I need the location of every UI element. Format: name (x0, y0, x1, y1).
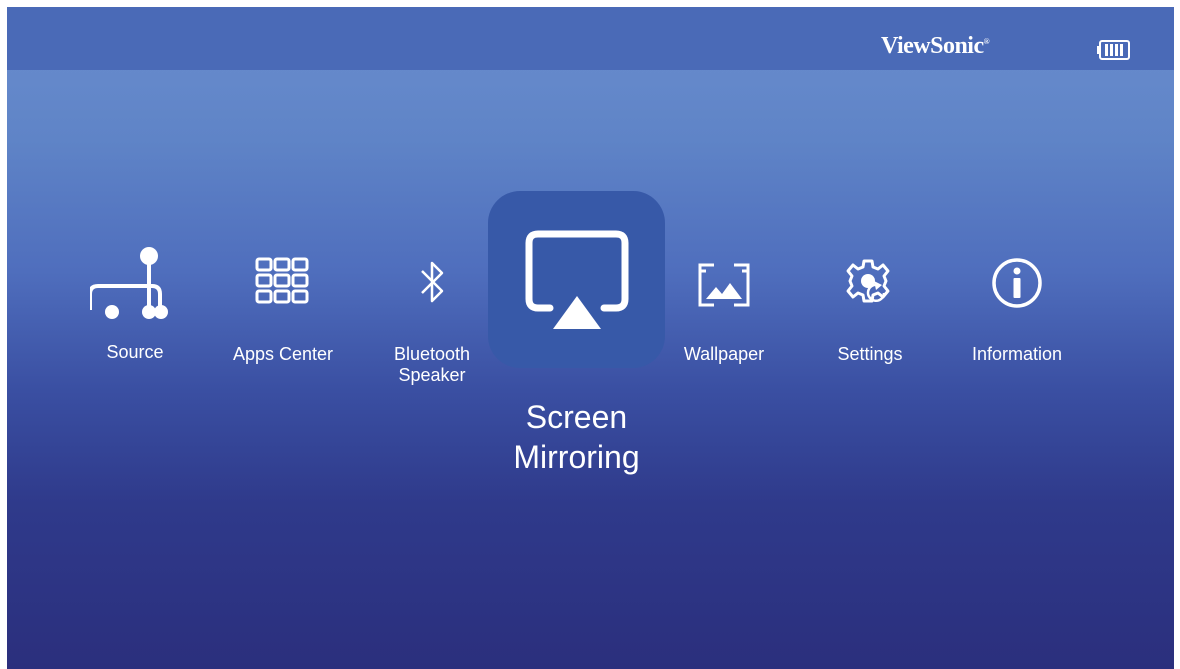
menu-item-settings[interactable]: Settings (810, 257, 930, 365)
gear-icon (846, 259, 890, 303)
menu-item-wallpaper[interactable]: Wallpaper (664, 257, 784, 365)
home-screen: ViewSonic® Source Apps Center Bluetooth … (7, 7, 1174, 669)
menu-item-source[interactable]: Source (75, 246, 195, 363)
menu-item-label: Settings (837, 344, 903, 364)
menu-item-apps-center[interactable]: Apps Center (223, 257, 343, 365)
menu-item-label: Source (106, 342, 164, 362)
selected-item-label: Screen Mirroring (513, 399, 640, 475)
status-bar: ViewSonic® (7, 7, 1174, 70)
menu-item-label: Wallpaper (683, 344, 765, 364)
menu-item-information[interactable]: Information (957, 257, 1077, 365)
menu-item-label: Information (971, 344, 1063, 364)
menu-item-label: Bluetooth Speaker (393, 344, 471, 385)
apps-grid-icon (255, 257, 309, 304)
source-icon (90, 247, 168, 319)
screen-mirroring-icon (525, 230, 629, 329)
menu-item-bluetooth-speaker[interactable]: Bluetooth Speaker (372, 257, 492, 386)
bluetooth-icon (421, 261, 444, 303)
info-icon (992, 258, 1042, 308)
wallpaper-icon (698, 263, 750, 307)
brand-logo: ViewSonic® (881, 33, 990, 59)
battery-icon (1097, 40, 1130, 60)
selected-tile[interactable] (488, 191, 665, 368)
menu-item-label: Apps Center (232, 344, 334, 364)
